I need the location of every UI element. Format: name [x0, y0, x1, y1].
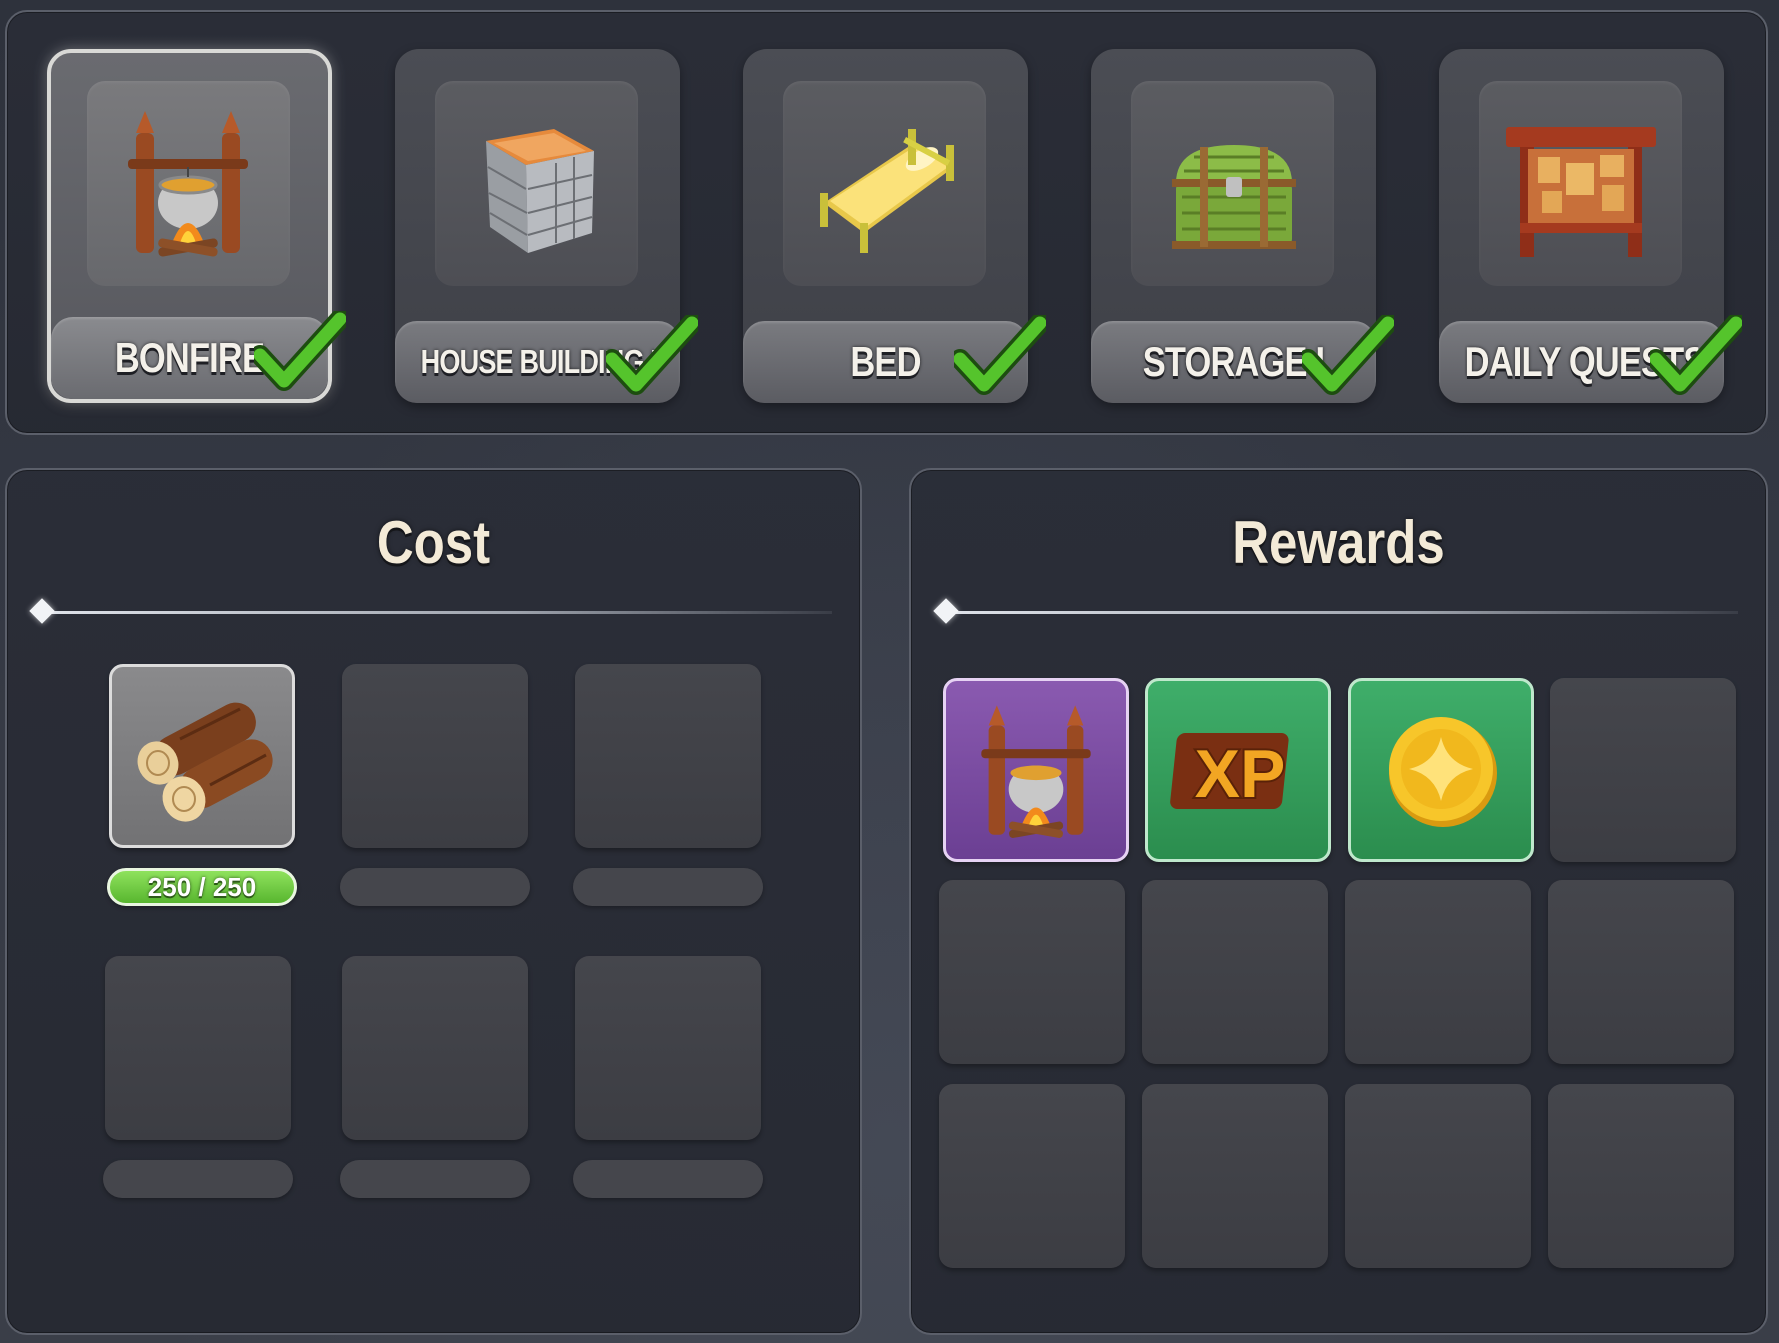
cost-slot-empty: [575, 664, 761, 848]
building-icon-frame: [435, 81, 638, 286]
reward-slot-empty: [1142, 1084, 1328, 1268]
cost-slot-empty: [575, 956, 761, 1140]
rewards-title: Rewards: [1232, 509, 1445, 576]
reward-slot-empty: [1345, 880, 1531, 1064]
xp-icon: XP: [1170, 733, 1289, 814]
checkmark-icon: [1302, 315, 1394, 395]
bonfire-icon: [128, 111, 248, 257]
cost-amount-bar-empty: [573, 868, 763, 906]
cost-slot-empty: [342, 956, 528, 1140]
game-ui-root: BONFIRE HOUSE BUILDING I BED STORAGE I D…: [0, 0, 1779, 1343]
house-block-icon: [486, 129, 594, 253]
cost-slot-wood[interactable]: [109, 664, 295, 848]
reward-slot-empty: [1548, 1084, 1734, 1268]
reward-slot-bonfire[interactable]: [943, 678, 1129, 862]
buildings-bar: BONFIRE HOUSE BUILDING I BED STORAGE I D…: [5, 10, 1768, 435]
checkmark-icon: [954, 315, 1046, 395]
building-card-bed[interactable]: BED: [743, 49, 1046, 403]
quest-board-icon: [1506, 127, 1656, 257]
reward-slot-empty: [939, 1084, 1125, 1268]
building-card-daily-quests[interactable]: DAILY QUESTS: [1439, 49, 1742, 403]
building-icon-frame: [1479, 81, 1682, 286]
reward-slot-xp[interactable]: XP: [1145, 678, 1331, 862]
cost-slot-empty: [105, 956, 291, 1140]
divider-line: [39, 611, 832, 614]
building-card-house-building[interactable]: HOUSE BUILDING I: [395, 49, 698, 403]
wood-logs-icon: [137, 702, 273, 822]
building-icon-frame: [1131, 81, 1334, 286]
reward-slot-empty: [939, 880, 1125, 1064]
reward-slot-empty: [1345, 1084, 1531, 1268]
cost-slot-empty: [342, 664, 528, 848]
reward-slot-empty: [1550, 678, 1736, 862]
rewards-panel: Rewards XP: [909, 468, 1768, 1335]
xp-text: XP: [1195, 736, 1286, 812]
cost-amount-bar-empty: [340, 1160, 530, 1198]
cost-amount-bar-empty: [340, 868, 530, 906]
treasure-chest-icon: [1172, 145, 1296, 249]
reward-slot-empty: [1548, 880, 1734, 1064]
cost-amount-bar-empty: [103, 1160, 293, 1198]
building-card-storage[interactable]: STORAGE I: [1091, 49, 1394, 403]
checkmark-icon: [1650, 315, 1742, 395]
cost-panel: Cost 250 / 250: [5, 468, 862, 1335]
building-icon-frame: [783, 81, 986, 286]
cost-amount-bar-empty: [573, 1160, 763, 1198]
bonfire-icon: [981, 705, 1091, 838]
reward-slot-coin[interactable]: [1348, 678, 1534, 862]
divider-diamond-icon: [933, 598, 959, 624]
building-icon-frame: [87, 81, 290, 286]
cost-amount-text: 250 / 250: [147, 872, 257, 902]
divider-diamond-icon: [29, 598, 55, 624]
cost-title: Cost: [376, 509, 491, 576]
building-card-bonfire[interactable]: BONFIRE: [47, 49, 346, 403]
checkmark-icon: [254, 311, 346, 391]
cost-amount-bar: 250 / 250: [107, 868, 297, 906]
checkmark-icon: [606, 315, 698, 395]
divider-line: [943, 611, 1738, 614]
reward-slot-empty: [1142, 880, 1328, 1064]
bed-icon: [820, 129, 954, 253]
gold-coin-icon: [1389, 717, 1497, 827]
